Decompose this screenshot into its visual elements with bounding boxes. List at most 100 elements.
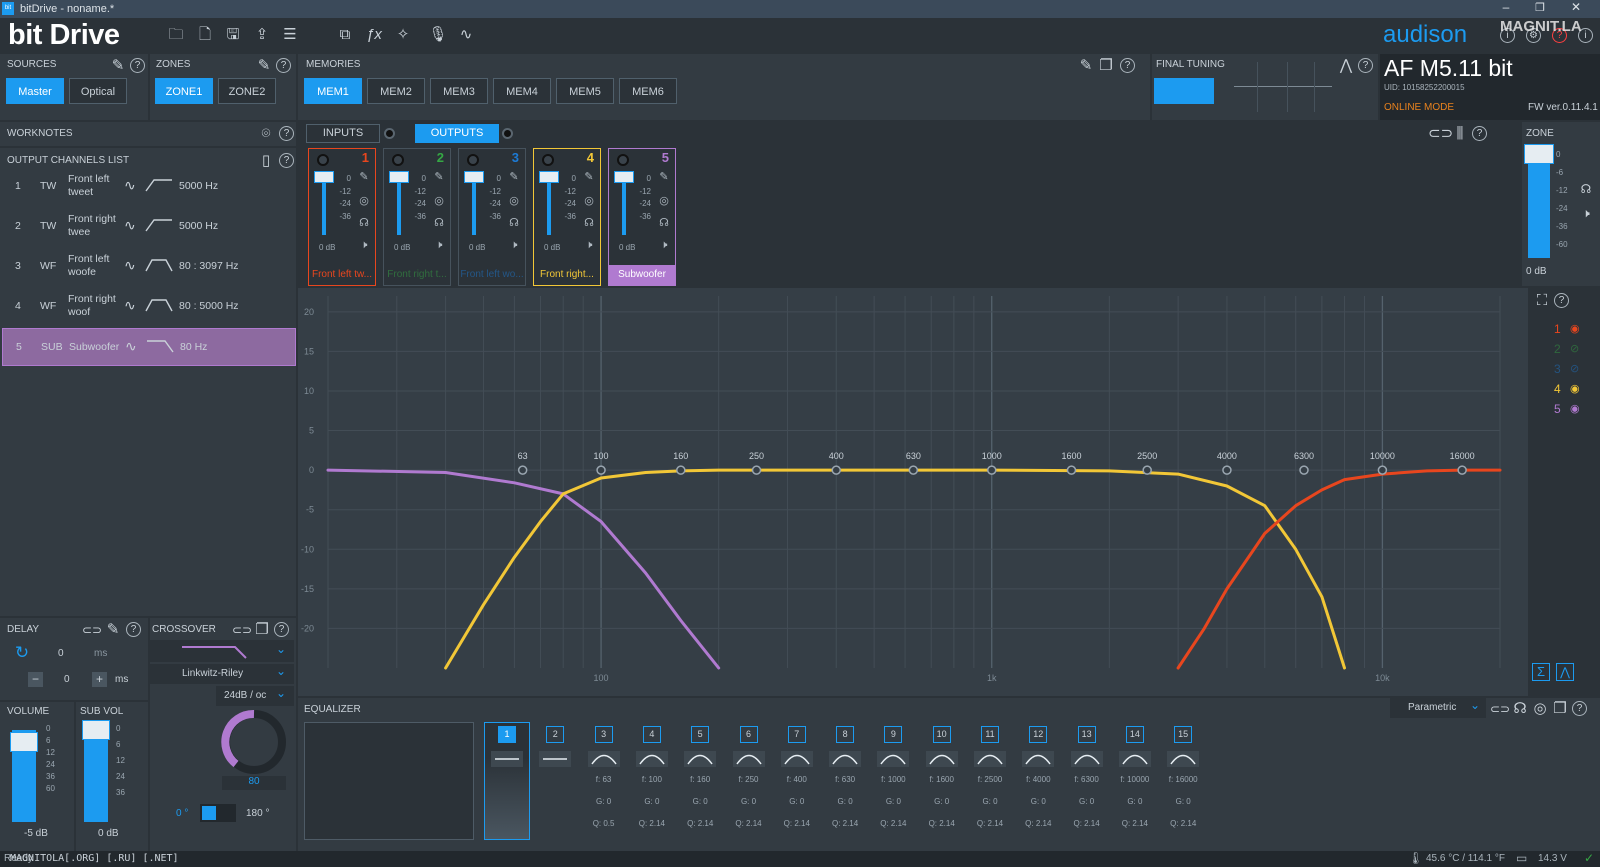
crossover-type-select[interactable]: Linkwitz-Riley ⌄ <box>150 664 294 684</box>
eq-band-frequency[interactable]: f: 4000 <box>1016 775 1060 784</box>
eq-band-number[interactable]: 14 <box>1125 726 1144 743</box>
restore-icon[interactable]: ❐ <box>1530 1 1550 14</box>
eq-band-q[interactable]: Q: 2.14 <box>1016 819 1060 828</box>
delay-link-icon[interactable]: ⊂⊃ <box>82 621 102 639</box>
solo-indicator-icon[interactable] <box>542 154 554 166</box>
source-optical-button[interactable]: Optical <box>69 78 127 104</box>
response-curve-1[interactable] <box>326 468 721 670</box>
delay-value[interactable]: 0 <box>58 648 64 659</box>
eq-band-q[interactable]: Q: 2.14 <box>920 819 964 828</box>
eq-band-number[interactable]: 4 <box>642 726 661 743</box>
eq-band-number[interactable]: 1 <box>498 726 516 743</box>
eq-band-9[interactable]: 9 f: 1000 G: 0 Q: 2.14 <box>871 723 915 841</box>
function-icon[interactable]: ƒx <box>364 26 384 44</box>
legend-item-5[interactable]: 5 <box>1554 402 1561 416</box>
eq-band-14[interactable]: 14 f: 10000 G: 0 Q: 2.14 <box>1113 723 1157 841</box>
eq-band-q[interactable]: Q: 2.14 <box>1161 819 1205 828</box>
eq-band-number[interactable]: 13 <box>1077 726 1096 743</box>
eq-band-shape-icon[interactable] <box>491 751 523 767</box>
eq-band-number[interactable]: 5 <box>691 726 710 743</box>
eq-mode-select[interactable]: Parametric ⌄ <box>1390 698 1486 718</box>
eq-band-frequency[interactable]: f: 100 <box>630 775 674 784</box>
eq-band-number[interactable]: 7 <box>787 726 806 743</box>
mem4-button[interactable]: MEM4 <box>493 78 551 104</box>
eq-band-shape-icon[interactable] <box>974 751 1006 767</box>
mute-icon[interactable]: 🕨 <box>507 239 521 253</box>
delay-fine-value[interactable]: 0 <box>64 674 70 685</box>
eq-band-shape-icon[interactable] <box>635 751 668 767</box>
eq-band-shape-icon[interactable] <box>587 751 620 767</box>
memories-help-icon[interactable]: ? <box>1120 58 1135 73</box>
eq-node-marker[interactable] <box>1457 465 1467 475</box>
mute-icon[interactable]: 🕨 <box>582 239 596 253</box>
eq-band-shape-icon[interactable] <box>829 751 862 767</box>
eq-band-11[interactable]: 11 f: 2500 G: 0 Q: 2.14 <box>968 723 1012 841</box>
curve-icon[interactable]: ⋀ <box>1556 663 1574 681</box>
sub-volume-fader-track[interactable] <box>84 726 108 822</box>
waveform-icon[interactable]: ∿ <box>456 26 476 44</box>
eq-band-gain[interactable]: G: 0 <box>968 797 1012 806</box>
legend-item-4[interactable]: 4 <box>1554 382 1561 396</box>
zone-mute-icon[interactable]: 🕨 <box>1576 204 1596 222</box>
target-icon[interactable]: ◎ <box>432 194 446 208</box>
edit-icon[interactable]: ✎ <box>357 170 371 184</box>
sum-icon[interactable]: Σ <box>1532 663 1550 681</box>
response-curve-3[interactable] <box>1176 468 1502 670</box>
eq-band-number[interactable]: 3 <box>594 726 613 743</box>
mem6-button[interactable]: MEM6 <box>619 78 677 104</box>
eq-band-gain[interactable]: G: 0 <box>1113 797 1157 806</box>
sources-edit-icon[interactable]: ✎ <box>108 57 128 75</box>
visibility-eye-icon[interactable]: ⊘ <box>1570 362 1579 375</box>
eq-band-frequency[interactable]: f: 63 <box>582 775 626 784</box>
mixer-icon[interactable]: ⫼ <box>1450 125 1470 143</box>
edit-icon[interactable]: ✎ <box>582 170 596 184</box>
eq-headphone-icon[interactable]: ☊ <box>1510 700 1530 718</box>
target-icon[interactable]: ◎ <box>657 194 671 208</box>
list-icon[interactable]: ☰ <box>280 26 300 44</box>
save-icon[interactable]: 🖫 <box>223 26 243 44</box>
zones-edit-icon[interactable]: ✎ <box>254 57 274 75</box>
eq-band-gain[interactable]: G: 0 <box>678 797 722 806</box>
eq-band-frequency[interactable]: f: 630 <box>823 775 867 784</box>
target-icon[interactable]: ◎ <box>507 194 521 208</box>
eq-band-number[interactable]: 8 <box>836 726 855 743</box>
target-icon[interactable]: ◎ <box>582 194 596 208</box>
eq-band-frequency[interactable]: f: 1000 <box>871 775 915 784</box>
zone-fader-track[interactable] <box>1528 150 1550 258</box>
eq-target-icon[interactable]: ◎ <box>1530 700 1550 718</box>
listen-icon[interactable]: ☊ <box>507 216 521 230</box>
final-tuning-help-icon[interactable]: ? <box>1358 58 1373 73</box>
visibility-eye-icon[interactable]: ◉ <box>1570 402 1580 415</box>
mem2-button[interactable]: MEM2 <box>367 78 425 104</box>
legend-item-1[interactable]: 1 <box>1554 322 1561 336</box>
delay-minus-button[interactable]: − <box>28 672 43 687</box>
legend-item-3[interactable]: 3 <box>1554 362 1561 376</box>
microphone-icon[interactable]: 🎙 <box>428 26 448 44</box>
eq-band-shape-icon[interactable] <box>1022 751 1055 767</box>
channel-fader-knob[interactable] <box>389 171 409 183</box>
delay-plus-button[interactable]: + <box>92 672 107 687</box>
eq-band-3[interactable]: 3 f: 63 G: 0 Q: 0.5 <box>582 723 626 841</box>
solo-indicator-icon[interactable] <box>317 154 329 166</box>
eq-band-8[interactable]: 8 f: 630 G: 0 Q: 2.14 <box>823 723 867 841</box>
solo-indicator-icon[interactable] <box>617 154 629 166</box>
routing-icon[interactable]: ⧉ <box>335 26 355 44</box>
channel-strip-3[interactable]: 3 0 -12 -24 -36 0 dB ✎ ◎ ☊ 🕨 Front left wo... <box>458 148 526 286</box>
delay-refresh-icon[interactable]: ↻ <box>12 644 32 662</box>
eq-band-10[interactable]: 10 f: 1600 G: 0 Q: 2.14 <box>920 723 964 841</box>
output-channel-row-3[interactable]: 3 WF Front left woofe ∿ 80 : 3097 Hz <box>2 248 296 286</box>
crossover-knob-value[interactable]: 80 <box>222 776 286 790</box>
eq-band-shape-icon[interactable] <box>732 751 765 767</box>
crossover-copy-icon[interactable]: ❐ <box>252 621 272 639</box>
final-tuning-graph-icon[interactable]: ⋀ <box>1336 57 1356 75</box>
worknotes-help-icon[interactable]: ? <box>279 126 294 141</box>
eq-band-12[interactable]: 12 f: 4000 G: 0 Q: 2.14 <box>1016 723 1060 841</box>
edit-icon[interactable]: ✎ <box>657 170 671 184</box>
frequency-response-chart[interactable]: 20 15 10 5 0 -5 -10 -15 -20 100 1k 10k 63 100 160 250 40… <box>298 288 1528 696</box>
channel-fader-knob[interactable] <box>314 171 334 183</box>
upload-icon[interactable]: ⇪ <box>252 26 272 44</box>
zones-help-icon[interactable]: ? <box>276 58 291 73</box>
eq-band-gain[interactable]: G: 0 <box>727 797 771 806</box>
eq-band-number[interactable]: 2 <box>546 726 565 743</box>
eq-band-q[interactable]: Q: 2.14 <box>871 819 915 828</box>
